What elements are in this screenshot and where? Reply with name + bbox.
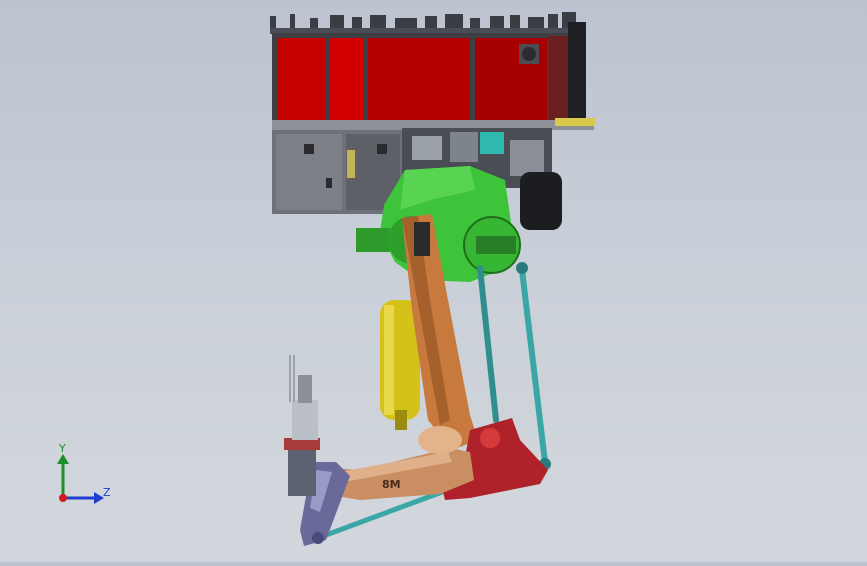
- model-label: 8M: [382, 478, 401, 491]
- cad-viewport[interactable]: 8M Y Z: [0, 0, 867, 562]
- gripper-head: [288, 448, 316, 496]
- side-cabinet: [568, 22, 586, 122]
- top-fittings: [270, 12, 576, 30]
- x-axis-dot: [59, 494, 67, 502]
- cable-tray: [555, 118, 595, 126]
- cabinet-panel-2[interactable]: [329, 38, 363, 120]
- tool-spindle: [292, 400, 318, 440]
- coordinate-triad-icon: Y Z: [48, 440, 118, 510]
- red-cabinet-bank[interactable]: [272, 22, 595, 130]
- cabinet-panel-1[interactable]: [277, 38, 325, 120]
- end-effector[interactable]: [284, 355, 350, 546]
- shaft-left: [356, 228, 390, 252]
- y-axis-label: Y: [59, 442, 66, 455]
- assembly-model[interactable]: 8M: [0, 0, 867, 562]
- motor-housing: [520, 172, 562, 230]
- cabinet-panel-3[interactable]: [368, 38, 470, 120]
- grey-control-boxes[interactable]: [272, 130, 402, 214]
- z-axis-label: Z: [103, 486, 111, 499]
- y-axis-arrowhead: [57, 454, 69, 464]
